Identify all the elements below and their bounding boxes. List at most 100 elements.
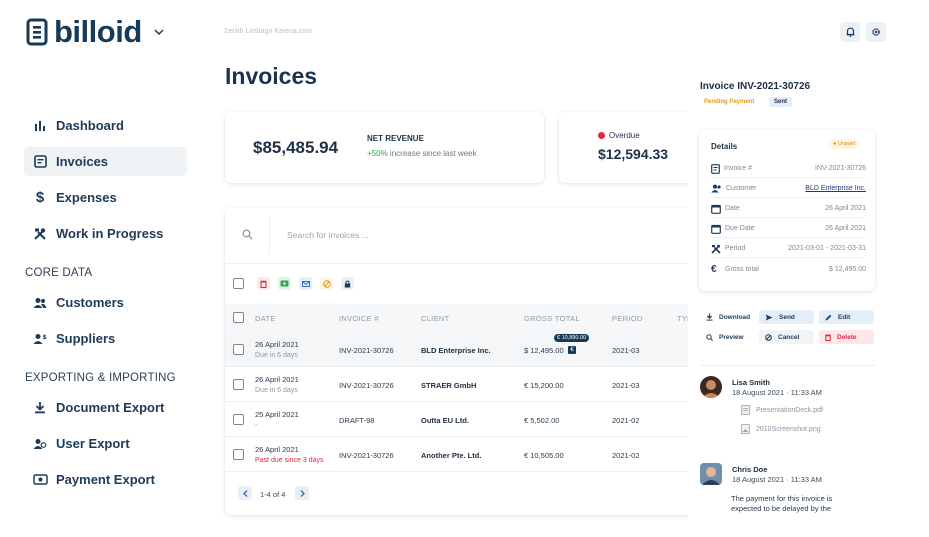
sidebar-item-label: Customers: [56, 295, 124, 310]
breadcrumb[interactable]: Zenith Limbago Karena.com: [224, 28, 312, 35]
select-all-checkbox[interactable]: [233, 278, 244, 289]
attachment-file[interactable]: PresentationDeck.pdf: [741, 405, 823, 415]
cancel-button[interactable]: Cancel: [759, 330, 814, 344]
sidebar-item-expenses[interactable]: $ Expenses: [24, 183, 187, 212]
cancel-tool-button[interactable]: [320, 277, 333, 290]
row-gross: € 15,200.00: [524, 381, 564, 390]
email-button[interactable]: [299, 277, 312, 290]
search-input[interactable]: Search for invoices ...: [287, 230, 369, 240]
download-icon: [706, 313, 713, 321]
lock-icon: [344, 280, 351, 288]
attachment-file[interactable]: 2010Screenshot.png: [741, 424, 821, 434]
column-invoice[interactable]: INVOICE #: [339, 314, 379, 323]
send-button[interactable]: Send: [759, 310, 814, 324]
detail-row-due-date: Due Date 26 April 2021: [711, 220, 866, 238]
edit-button[interactable]: Edit: [819, 310, 874, 324]
svg-text:$: $: [43, 334, 47, 341]
row-checkbox[interactable]: [233, 379, 244, 390]
chevron-down-icon[interactable]: [154, 29, 164, 35]
sidebar-item-label: Invoices: [56, 154, 109, 169]
sidebar-item-invoices[interactable]: Invoices: [24, 147, 187, 176]
row-gross: $ 12,495.00: [524, 346, 564, 355]
row-client: Outta EU Ltd.: [421, 416, 469, 425]
send-icon: [765, 314, 773, 321]
download-button[interactable]: Download: [700, 310, 755, 324]
trash-button[interactable]: [257, 277, 270, 290]
detail-label: Invoice #: [724, 165, 753, 172]
column-gross-total[interactable]: GROSS TOTAL: [524, 314, 580, 323]
avatar: [700, 463, 722, 485]
sidebar-item-customers[interactable]: Customers: [24, 288, 187, 317]
notifications-button[interactable]: [840, 22, 860, 42]
column-date[interactable]: DATE: [255, 314, 276, 323]
section-title-exporting: EXPORTING & IMPORTING: [25, 372, 176, 384]
row-checkbox[interactable]: [233, 414, 244, 425]
row-date: 25 April 2021: [255, 410, 299, 419]
page-title: Invoices: [225, 63, 318, 89]
payment-button[interactable]: [278, 277, 291, 290]
lock-button[interactable]: [341, 277, 354, 290]
detail-label: Customer: [726, 185, 757, 192]
sidebar-item-payment-export[interactable]: Payment Export: [24, 465, 187, 494]
header-checkbox[interactable]: [233, 312, 244, 323]
supplier-icon: $: [32, 331, 48, 347]
column-period[interactable]: PERIOD: [612, 314, 643, 323]
row-checkbox[interactable]: [233, 449, 244, 460]
detail-row-period: Period 2021-03-01 - 2021-03-31: [711, 240, 866, 258]
revenue-change-percent: +50%: [367, 149, 388, 158]
trash-icon: [825, 334, 831, 341]
sidebar-item-work-in-progress[interactable]: Work in Progress: [24, 219, 187, 248]
preview-label: Preview: [719, 333, 744, 341]
tools-icon: [32, 226, 48, 242]
sidebar-item-user-export[interactable]: User Export: [24, 429, 187, 458]
row-period: 2021-02: [612, 416, 640, 425]
detail-label: Due Date: [725, 225, 755, 232]
payment-icon: [32, 472, 48, 488]
mail-icon: [301, 280, 310, 287]
customer-link[interactable]: BLD Enterprise Inc.: [805, 185, 866, 192]
preview-button[interactable]: Preview: [700, 330, 755, 344]
tools-icon: [711, 244, 721, 254]
next-page-button[interactable]: [295, 486, 309, 500]
overdue-dot: [598, 132, 605, 139]
document-logo-icon: [26, 18, 48, 46]
details-card: Details ● Unpaid Invoice # INV-2021-3072…: [699, 130, 875, 291]
sidebar-item-label: Document Export: [56, 400, 165, 415]
sidebar-item-label: Suppliers: [56, 331, 116, 346]
overdue-label: Overdue: [609, 131, 640, 140]
revenue-change-text: increase since last week: [389, 149, 477, 158]
detail-row-gross-total: € Gross total $ 12,495.00: [711, 260, 866, 278]
delete-label: Delete: [837, 333, 857, 341]
net-revenue-card: $85,485.94 NET REVENUE +50% increase sin…: [225, 112, 544, 183]
settings-button[interactable]: [866, 22, 886, 42]
edit-label: Edit: [838, 313, 851, 321]
section-title-core-data: CORE DATA: [25, 267, 93, 279]
row-client: STRAER GmbH: [421, 381, 477, 390]
sidebar-item-suppliers[interactable]: $ Suppliers: [24, 324, 187, 353]
detail-value: 2021-03-01 - 2021-03-31: [788, 245, 866, 252]
pagination-text: 1-4 of 4: [260, 490, 286, 499]
row-checkbox[interactable]: [233, 344, 244, 355]
detail-value: 26 April 2021: [825, 225, 866, 232]
send-label: Send: [779, 313, 795, 321]
sidebar-item-dashboard[interactable]: Dashboard: [24, 111, 187, 140]
comment-date: 18 August 2021 · 11:33 AM: [732, 475, 822, 484]
detail-label: Date: [725, 205, 740, 212]
comment-date: 18 August 2021 · 11:33 AM: [732, 388, 822, 397]
bar-chart-icon: [32, 118, 48, 134]
overdue-value: $12,594.33: [598, 146, 669, 162]
unpaid-badge: ● Unpaid: [828, 139, 861, 149]
euro-button[interactable]: €: [568, 346, 576, 354]
column-client[interactable]: CLIENT: [421, 314, 449, 323]
sidebar-item-document-export[interactable]: Document Export: [24, 393, 187, 422]
row-note: -: [255, 422, 258, 429]
trash-icon: [260, 280, 267, 288]
row-date: 26 April 2021: [255, 375, 299, 384]
delete-button[interactable]: Delete: [819, 330, 874, 344]
app-logo[interactable]: billoid: [26, 14, 164, 50]
users-icon: [711, 184, 722, 193]
calendar-icon: [711, 204, 721, 214]
prev-page-button[interactable]: [238, 486, 252, 500]
row-invoice: INV-2021-30726: [339, 451, 394, 460]
pencil-icon: [825, 314, 832, 321]
